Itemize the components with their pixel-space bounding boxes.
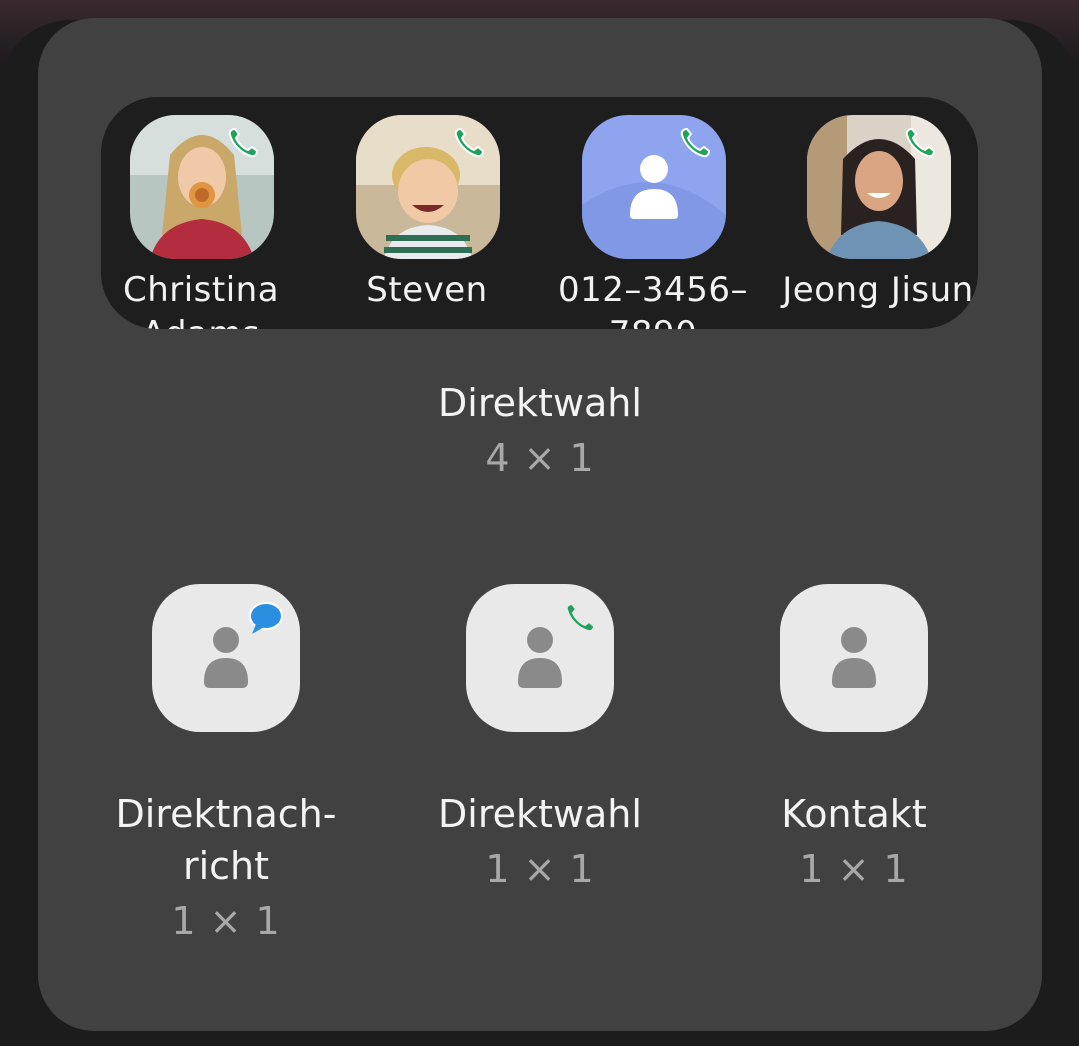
- contact-item[interactable]: Steven: [327, 115, 527, 329]
- widget-option-direct-dial[interactable]: Direktwahl 1 × 1: [390, 584, 690, 898]
- person-icon: [832, 627, 876, 688]
- widget-option-label: Direktwahl: [438, 792, 642, 836]
- featured-widget-caption: Direktwahl 4 × 1: [38, 378, 1042, 488]
- contact-item[interactable]: Christina Adams: [101, 115, 301, 329]
- direct-dial-widget-icon[interactable]: [466, 584, 614, 732]
- contact-name: 012–3456–7890: [558, 270, 748, 329]
- widget-option-label: Kontakt: [781, 792, 927, 836]
- contact-name: Steven: [366, 270, 488, 310]
- contact-item[interactable]: Jeong Jisun: [778, 115, 978, 329]
- phone-call-icon: [680, 127, 711, 158]
- widget-option-size: 1 × 1: [485, 847, 595, 891]
- contact-item[interactable]: 012–3456–7890: [553, 115, 753, 329]
- widget-option-contact[interactable]: Kontakt 1 × 1: [704, 584, 1004, 898]
- widget-size: 4 × 1: [485, 436, 595, 480]
- phone-call-icon: [905, 127, 936, 158]
- contact-widget-icon[interactable]: [780, 584, 928, 732]
- direct-message-widget-icon[interactable]: [152, 584, 300, 732]
- contact-name: Jeong Jisun: [782, 270, 974, 310]
- widget-option-label: Direktnach- richt: [115, 792, 337, 888]
- direct-dial-widget-preview[interactable]: Christina Adams Steven: [101, 97, 978, 329]
- widget-option-size: 1 × 1: [799, 847, 909, 891]
- phone-call-icon: [565, 602, 596, 633]
- widget-option-size: 1 × 1: [171, 899, 281, 943]
- phone-call-icon: [228, 127, 259, 158]
- message-bubble-icon: [249, 602, 283, 634]
- phone-call-icon: [454, 127, 485, 158]
- contact-name: Christina Adams: [122, 270, 280, 329]
- widget-title: Direktwahl: [438, 381, 642, 425]
- widget-option-direct-message[interactable]: Direktnach- richt 1 × 1: [76, 584, 376, 950]
